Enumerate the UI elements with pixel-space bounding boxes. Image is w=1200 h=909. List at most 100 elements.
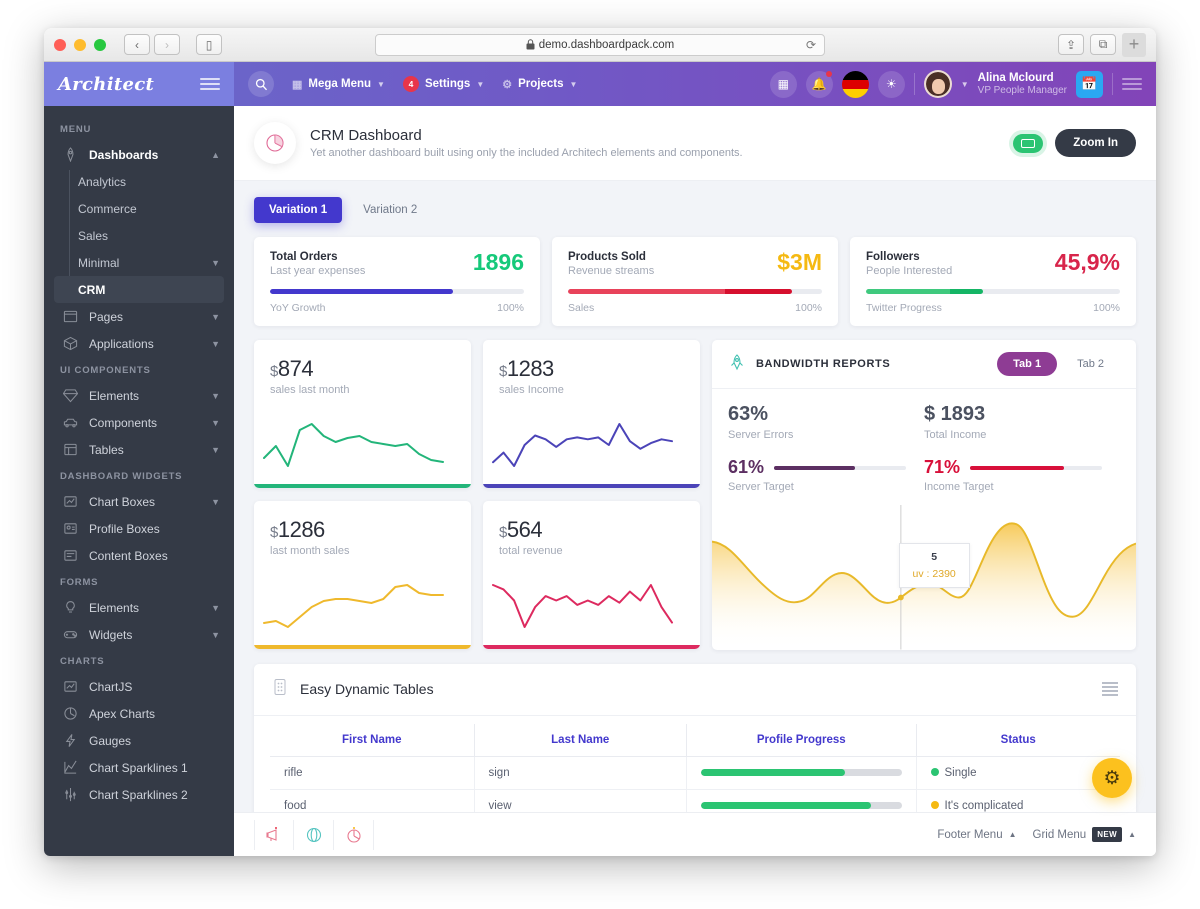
globe-icon[interactable] (294, 819, 334, 850)
settings-menu-label: Settings (424, 78, 471, 90)
list-menu-icon[interactable] (1102, 682, 1118, 697)
footer-menu-link[interactable]: Footer Menu ▲ (937, 829, 1016, 841)
stat-card-products-sold[interactable]: Products Sold Revenue streams $3M Sales … (552, 237, 838, 326)
column-last-name[interactable]: Last Name (474, 723, 687, 757)
sidebar-item-chartjs[interactable]: ChartJS (44, 673, 234, 700)
table-row[interactable]: rifle sign Single (270, 756, 1120, 790)
tab-overview-button[interactable]: ⧉ (1090, 34, 1116, 55)
sidebar-item-ui-elements[interactable]: Elements ▼ (44, 382, 234, 409)
sidebar-item-label: Gauges (89, 733, 132, 748)
column-first-name[interactable]: First Name (270, 723, 475, 757)
card-accent-bar (483, 484, 700, 488)
sparkline-amount: $874 (270, 356, 455, 382)
minimize-window-button[interactable] (74, 38, 86, 51)
tab-variation-1[interactable]: Variation 1 (254, 197, 343, 223)
sparkline-card-sales-last-month[interactable]: $874 sales last month (254, 340, 471, 488)
sidebar-item-label: Minimal (78, 255, 120, 270)
flag-de-icon[interactable] (841, 70, 869, 98)
sparkline-card-sales-income[interactable]: $1283 sales Income (483, 340, 700, 488)
sidebar-item-apex-charts[interactable]: Apex Charts (44, 700, 234, 727)
apps-grid-icon[interactable]: ▦ (769, 70, 797, 98)
sidebar-collapse-icon[interactable] (200, 78, 220, 90)
top-header-right: ▦ 🔔 ☀ ▼ Alina Mclourd VP People Manager … (769, 70, 1142, 98)
column-profile-progress[interactable]: Profile Progress (686, 723, 917, 757)
sparkline-card-total-revenue[interactable]: $564 total revenue (483, 500, 700, 649)
progress-value: 100% (795, 302, 822, 314)
share-button[interactable]: ⇪ (1058, 34, 1084, 55)
sidebar-item-chart-sparklines-1[interactable]: Chart Sparklines 1 (44, 754, 234, 781)
progress-value: 100% (497, 302, 524, 314)
target-caption: Server Target (728, 481, 794, 493)
sidebar-item-pages[interactable]: Pages ▼ (44, 303, 234, 330)
app-logo[interactable]: Architect (58, 74, 154, 95)
close-window-button[interactable] (54, 38, 66, 51)
sidebar-item-applications[interactable]: Applications ▼ (44, 330, 234, 357)
sidebar-item-dashboards[interactable]: Dashboards ▲ (44, 141, 234, 168)
address-bar[interactable]: demo.dashboardpack.com ⟳ (375, 33, 825, 56)
amount-value: 564 (506, 516, 543, 542)
page-header-actions: Zoom In (1013, 129, 1136, 157)
back-button[interactable]: ‹ (124, 34, 150, 55)
currency-symbol: $ (499, 523, 507, 541)
stat-subtitle: Revenue streams (568, 265, 655, 277)
sidebar-item-components[interactable]: Components ▼ (44, 409, 234, 436)
megaphone-icon[interactable] (254, 819, 294, 850)
footer-bar: Footer Menu ▲ Grid Menu NEW ▲ (234, 812, 1156, 856)
variation-tabs: Variation 1 Variation 2 (254, 197, 1136, 223)
chevron-down-icon: ▼ (211, 311, 220, 322)
sidebar-item-crm[interactable]: CRM (54, 276, 224, 303)
sidebar-item-gauges[interactable]: Gauges (44, 727, 234, 754)
sidebar-item-chart-boxes[interactable]: Chart Boxes ▼ (44, 488, 234, 515)
sidebar-item-profile-boxes[interactable]: Profile Boxes (44, 515, 234, 542)
tab-variation-2[interactable]: Variation 2 (348, 197, 432, 223)
stat-card-followers[interactable]: Followers People Interested 45,9% Twitte… (850, 237, 1136, 326)
window-controls[interactable] (54, 38, 106, 51)
settings-menu-button[interactable]: 4 Settings ▼ (402, 76, 484, 92)
avatar[interactable] (923, 70, 952, 98)
url-text: demo.dashboardpack.com (538, 38, 675, 51)
sidebar-item-label: Applications (89, 336, 154, 351)
stat-card-total-orders[interactable]: Total Orders Last year expenses 1896 YoY… (254, 237, 540, 326)
calendar-icon[interactable]: 📅 (1076, 70, 1103, 98)
toggle-switch-icon[interactable] (1013, 133, 1044, 153)
sidebar-item-tables[interactable]: Tables ▼ (44, 436, 234, 463)
sidebar-item-sales[interactable]: Sales (44, 222, 234, 249)
sidebar-item-form-elements[interactable]: Elements ▼ (44, 594, 234, 621)
bell-icon[interactable]: 🔔 (805, 70, 833, 98)
search-icon[interactable] (248, 71, 274, 97)
reload-button[interactable]: ⟳ (806, 38, 816, 52)
new-tab-button[interactable]: + (1122, 32, 1146, 57)
footer-menu-label: Footer Menu (937, 828, 1003, 841)
image-icon[interactable]: ☀ (877, 70, 905, 98)
sidebar-toggle-button[interactable]: ▯ (196, 34, 222, 55)
sidebar-item-analytics[interactable]: Analytics (44, 168, 234, 195)
grid-menu-link[interactable]: Grid Menu NEW ▲ (1033, 827, 1136, 842)
gear-icon[interactable]: ⚙ (1092, 758, 1132, 798)
pie-chart-icon[interactable] (334, 819, 374, 850)
sidebar-item-chart-sparklines-2[interactable]: Chart Sparklines 2 (44, 781, 234, 808)
bandwidth-header: BANDWIDTH REPORTS Tab 1 Tab 2 (712, 340, 1136, 389)
sidebar-item-content-boxes[interactable]: Content Boxes (44, 542, 234, 569)
bandwidth-area-chart[interactable]: 5 uv : 2390 (712, 505, 1136, 650)
chevron-down-icon[interactable]: ▼ (961, 80, 969, 89)
amount-value: 874 (277, 356, 314, 381)
window-icon (60, 309, 80, 325)
hamburger-icon[interactable] (1122, 78, 1142, 90)
table-row[interactable]: food view It's complicated (270, 789, 1120, 812)
sparkline-card-last-month-sales[interactable]: $1286 last month sales (254, 500, 471, 649)
maximize-window-button[interactable] (94, 38, 106, 51)
column-status[interactable]: Status (916, 723, 1120, 757)
mega-menu-button[interactable]: ▦ Mega Menu ▼ (292, 78, 385, 91)
sidebar-item-commerce[interactable]: Commerce (44, 195, 234, 222)
bandwidth-title: BANDWIDTH REPORTS (756, 358, 891, 370)
divider (1112, 73, 1113, 95)
sparkline-amount: $1283 (499, 356, 684, 382)
zoom-in-button[interactable]: Zoom In (1055, 129, 1136, 157)
tab-2[interactable]: Tab 2 (1061, 352, 1120, 376)
tab-1[interactable]: Tab 1 (997, 352, 1058, 376)
forward-button[interactable]: › (154, 34, 180, 55)
projects-menu-button[interactable]: ⚙ Projects ▼ (502, 78, 577, 91)
sidebar-item-minimal[interactable]: Minimal ▼ (44, 249, 234, 276)
tooltip-label: 5 (931, 550, 938, 563)
sidebar-item-form-widgets[interactable]: Widgets ▼ (44, 621, 234, 648)
